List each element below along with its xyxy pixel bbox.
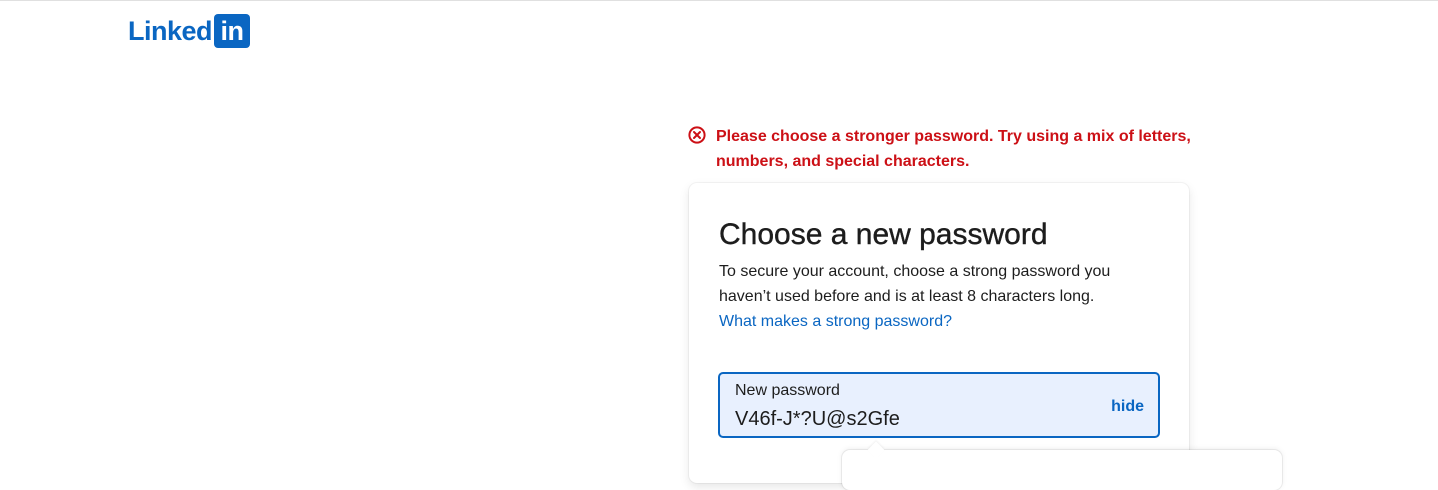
top-divider bbox=[0, 0, 1438, 1]
new-password-input[interactable] bbox=[735, 406, 1075, 432]
password-card: Choose a new password To secure your acc… bbox=[689, 183, 1189, 483]
new-password-label: New password bbox=[735, 382, 840, 399]
new-password-field[interactable]: New password hide bbox=[718, 372, 1160, 438]
strong-password-help-link[interactable]: What makes a strong password? bbox=[719, 309, 952, 334]
error-circle-x-icon bbox=[688, 126, 706, 144]
error-banner: Please choose a stronger password. Try u… bbox=[688, 124, 1228, 174]
page-description: To secure your account, choose a strong … bbox=[719, 263, 1111, 305]
password-tooltip bbox=[842, 441, 1282, 490]
hide-password-button[interactable]: hide bbox=[1111, 396, 1144, 418]
page-title: Choose a new password bbox=[719, 218, 1048, 251]
error-message: Please choose a stronger password. Try u… bbox=[716, 128, 1191, 170]
logo-in-box: in bbox=[214, 14, 251, 48]
logo-wordmark: Linked bbox=[128, 16, 213, 46]
linkedin-logo[interactable]: Linked in bbox=[128, 14, 251, 48]
